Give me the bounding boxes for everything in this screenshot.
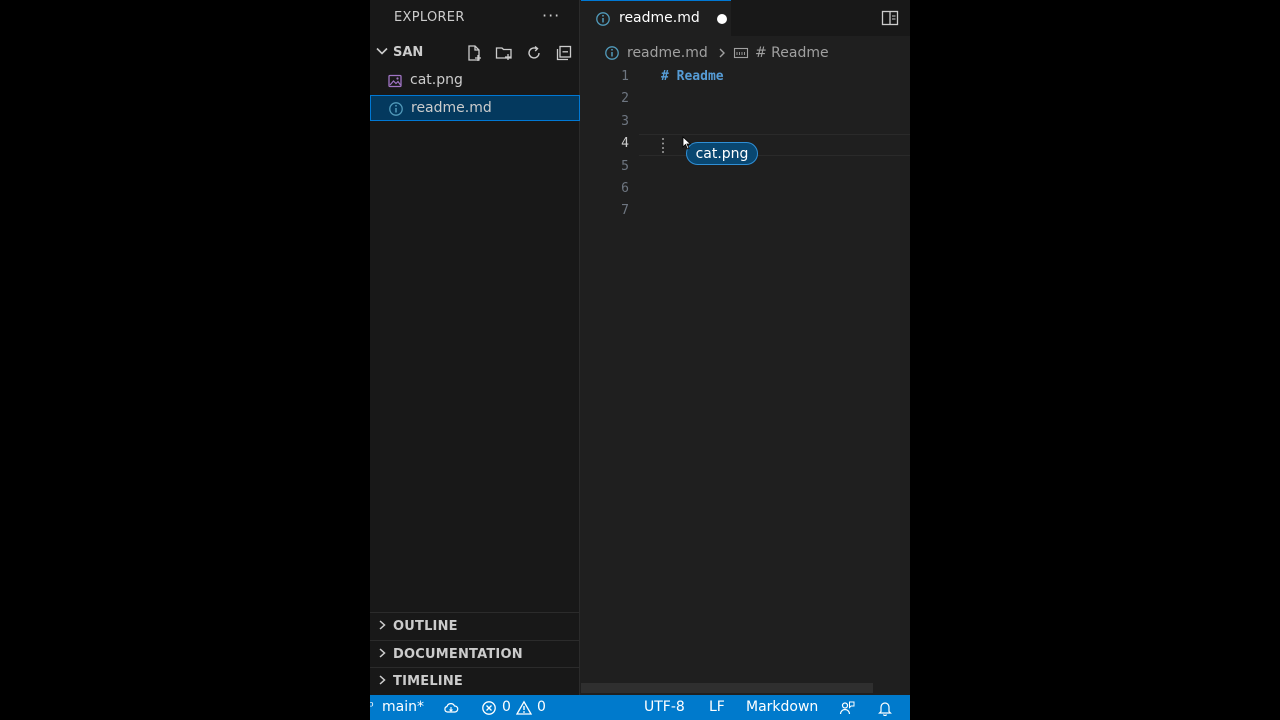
file-row-cat-png[interactable]: cat.png: [370, 68, 580, 94]
current-line-highlight: [639, 134, 910, 156]
bell-icon[interactable]: [877, 700, 893, 716]
branch-icon: ᵖ: [370, 699, 374, 715]
chevron-down-icon: [376, 47, 388, 55]
info-icon: [605, 46, 619, 60]
horizontal-scrollbar[interactable]: [581, 683, 873, 693]
tab-readme-md[interactable]: readme.md: [581, 0, 731, 36]
more-actions-icon[interactable]: ···: [542, 6, 560, 25]
new-folder-icon[interactable]: [494, 43, 514, 63]
branch-status[interactable]: main*: [382, 699, 424, 715]
line-number: 1: [621, 69, 629, 84]
mouse-cursor-icon: [682, 136, 692, 150]
folder-actions: [464, 43, 574, 63]
breadcrumb-file[interactable]: readme.md: [627, 45, 708, 61]
explorer-sidebar: EXPLORER ··· SAN cat.png readme.md OUTLI…: [370, 0, 580, 695]
folder-row-san[interactable]: SAN: [370, 41, 580, 65]
status-bar: ᵖ main* 0 0 UTF-8 LF Markdown: [370, 695, 910, 720]
chevron-right-icon: [379, 648, 386, 658]
panel-outline[interactable]: OUTLINE: [370, 612, 580, 638]
explorer-header: EXPLORER ···: [370, 0, 580, 36]
breadcrumb: readme.md # Readme: [581, 40, 910, 66]
breadcrumb-section[interactable]: # Readme: [755, 45, 829, 61]
warning-count[interactable]: 0: [537, 699, 546, 715]
editor-area: readme.md readme.md # Readme 1 2 3 4 5 6…: [581, 0, 910, 695]
eol-status[interactable]: LF: [709, 699, 725, 715]
unsaved-dot-icon[interactable]: [717, 14, 727, 24]
panel-timeline[interactable]: TIMELINE: [370, 667, 580, 693]
symbol-string-icon: [733, 47, 749, 59]
info-icon: [596, 12, 610, 26]
vscode-window: EXPLORER ··· SAN cat.png readme.md OUTLI…: [370, 0, 910, 720]
chevron-right-icon: [719, 48, 725, 58]
feedback-icon[interactable]: [839, 700, 855, 716]
panel-documentation[interactable]: DOCUMENTATION: [370, 640, 580, 666]
refresh-icon[interactable]: [524, 43, 544, 63]
file-label: cat.png: [410, 72, 463, 88]
panel-label: DOCUMENTATION: [393, 647, 523, 662]
drag-drop-file-chip[interactable]: cat.png: [686, 142, 758, 165]
image-file-icon: [388, 74, 402, 88]
line-number: 2: [621, 91, 629, 107]
encoding-status[interactable]: UTF-8: [644, 699, 685, 715]
split-editor-icon[interactable]: [881, 9, 899, 27]
error-count[interactable]: 0: [502, 699, 511, 715]
error-icon[interactable]: [481, 700, 497, 716]
tab-label: readme.md: [619, 10, 700, 26]
tab-bar: readme.md: [581, 0, 910, 36]
chevron-right-icon: [379, 675, 386, 685]
folder-name: SAN: [393, 45, 424, 60]
file-row-readme-md[interactable]: readme.md: [370, 95, 580, 121]
panel-label: TIMELINE: [393, 674, 464, 689]
drag-handle-icon[interactable]: [661, 136, 665, 154]
line-number: 6: [621, 181, 629, 196]
line-number: 5: [621, 158, 629, 174]
new-file-icon[interactable]: [464, 43, 484, 63]
chevron-right-icon: [379, 620, 386, 630]
line-number: 3: [621, 113, 629, 129]
line-number: 4: [621, 136, 629, 152]
language-mode-status[interactable]: Markdown: [746, 699, 818, 715]
file-label: readme.md: [411, 100, 492, 116]
code-line-heading[interactable]: # Readme: [661, 69, 724, 84]
info-icon: [389, 102, 403, 116]
warning-icon[interactable]: [516, 700, 532, 716]
drop-chip-label: cat.png: [695, 146, 749, 162]
cloud-sync-icon[interactable]: [443, 700, 459, 716]
explorer-title: EXPLORER: [394, 10, 465, 25]
collapse-all-icon[interactable]: [554, 43, 574, 63]
panel-label: OUTLINE: [393, 619, 458, 634]
line-number: 7: [621, 203, 629, 219]
